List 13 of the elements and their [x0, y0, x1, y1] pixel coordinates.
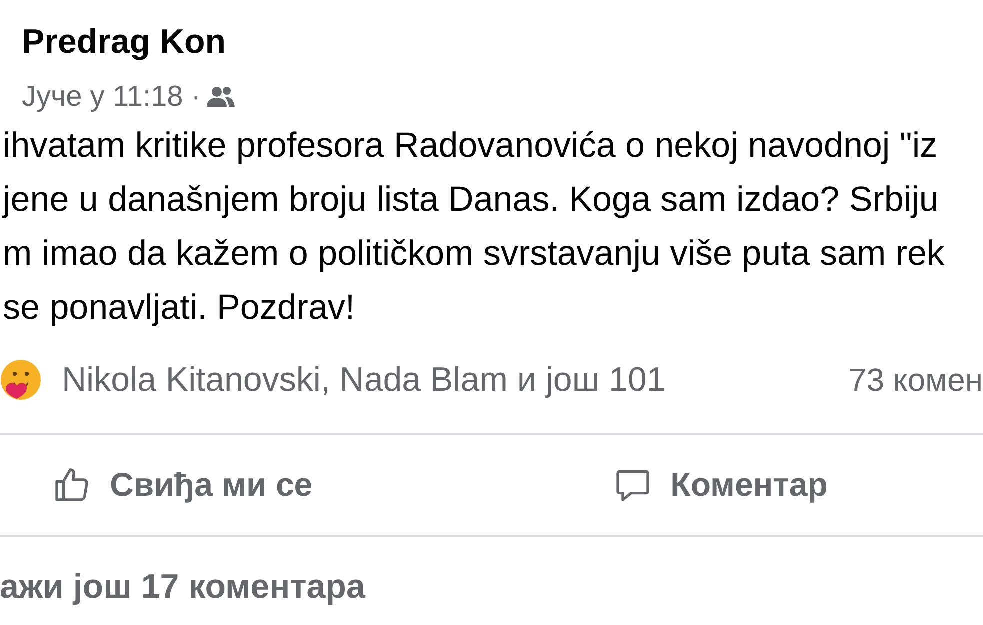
post-time[interactable]: Јуче у 11:18 · [22, 82, 201, 112]
view-more-comments-link[interactable]: ажи још 17 коментара [0, 565, 366, 609]
post-text-line: jene u današnjem broju lista Danas. Koga sam izdao? Srbiju [1, 179, 939, 221]
hug-emoji-icon [0, 359, 42, 401]
comment-button[interactable]: Коментар [612, 460, 828, 510]
post-text-line: m imao da kažem o političkom svrstavanju više puta sam rek [2, 233, 944, 275]
like-button[interactable]: Свиђа ми се [52, 460, 313, 510]
author-name[interactable]: Predrag Kon [22, 20, 226, 64]
post-text-line: se ponavljati. Pozdrav! [2, 287, 356, 329]
people-icon [206, 86, 235, 108]
post-text-line: ihvatam kritike profesora Radovanovića o nekoj navodnoj "iz [2, 125, 938, 167]
reaction-names[interactable]: Nikola Kitanovski, Nada Blam и још 101 [62, 354, 666, 406]
comment-count[interactable]: 73 комен [848, 356, 983, 404]
